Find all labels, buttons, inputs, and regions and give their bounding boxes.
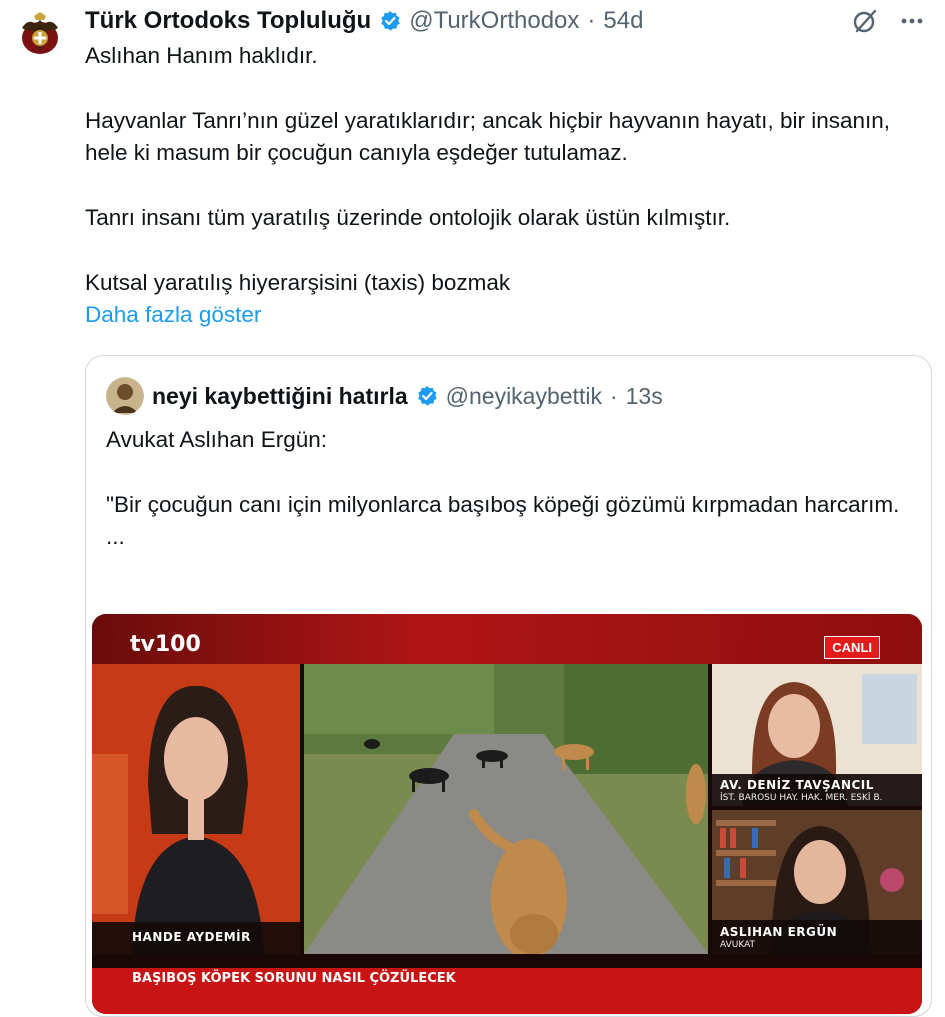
channel-logo: tv100 [130, 632, 201, 657]
grok-icon[interactable] [851, 7, 879, 35]
quoted-line: ... [106, 524, 125, 549]
presenter-name: HANDE AYDEMİR [132, 930, 251, 944]
broadcast-header-bar [92, 614, 922, 664]
tweet-line: Aslıhan Hanım haklıdır. [85, 43, 318, 68]
tweet-line: Hayvanlar Tanrı’nın güzel yaratıklarıdır… [85, 108, 891, 165]
tweet-text: Aslıhan Hanım haklıdır. Hayvanlar Tanrı’… [85, 40, 915, 331]
quoted-time[interactable]: 13s [626, 383, 663, 410]
separator-dot: · [609, 382, 618, 409]
news-ticker: BAŞIBOŞ KÖPEK SORUNU NASIL ÇÖZÜLECEK [92, 968, 922, 1014]
quoted-text: Avukat Aslıhan Ergün: "Bir çocuğun canı … [106, 424, 906, 553]
separator-dot: · [587, 7, 596, 34]
guest1-name: AV. DENİZ TAVŞANCIL [720, 778, 874, 792]
more-icon[interactable] [899, 8, 925, 34]
verified-badge-icon [417, 386, 437, 406]
author-name[interactable]: Türk Ortodoks Topluluğu [85, 7, 371, 35]
quoted-header: neyi kaybettiğini hatırla @neyikaybettik… [106, 376, 911, 416]
author-handle[interactable]: @TurkOrthodox [409, 7, 579, 35]
quoted-tweet[interactable]: neyi kaybettiğini hatırla @neyikaybettik… [85, 355, 932, 1017]
live-badge: CANLI [824, 636, 880, 659]
verified-badge-icon [381, 11, 401, 31]
post-time[interactable]: 54d [603, 7, 643, 35]
show-more-link[interactable]: Daha fazla göster [85, 299, 915, 331]
street-footage [304, 664, 708, 954]
crest-avatar-icon [22, 12, 58, 54]
quoted-line: "Bir çocuğun canı için milyonlarca başıb… [106, 492, 900, 517]
guest2-title: AVUKAT [720, 940, 756, 950]
quoted-avatar[interactable] [106, 377, 144, 415]
guest1-title: İST. BAROSU HAY. HAK. MER. ESKİ B. [720, 793, 883, 803]
quoted-line: Avukat Aslıhan Ergün: [106, 427, 327, 452]
video-thumbnail[interactable]: tv100 CANLI AV. DENİZ TAVŞANCIL İST. BAR… [92, 614, 922, 1014]
presenter-panel [92, 664, 300, 954]
tweet-line: Kutsal yaratılış hiyerarşisini (taxis) b… [85, 270, 511, 295]
tweet-line: Tanrı insanı tüm yaratılış üzerinde onto… [85, 205, 731, 230]
guest2-name: ASLIHAN ERGÜN [720, 925, 838, 939]
author-avatar[interactable] [14, 10, 66, 62]
tweet-header: Türk Ortodoks Topluluğu @TurkOrthodox · … [85, 4, 925, 38]
quoted-handle[interactable]: @neyikaybettik [446, 383, 602, 410]
quoted-author-name[interactable]: neyi kaybettiğini hatırla [152, 383, 408, 410]
